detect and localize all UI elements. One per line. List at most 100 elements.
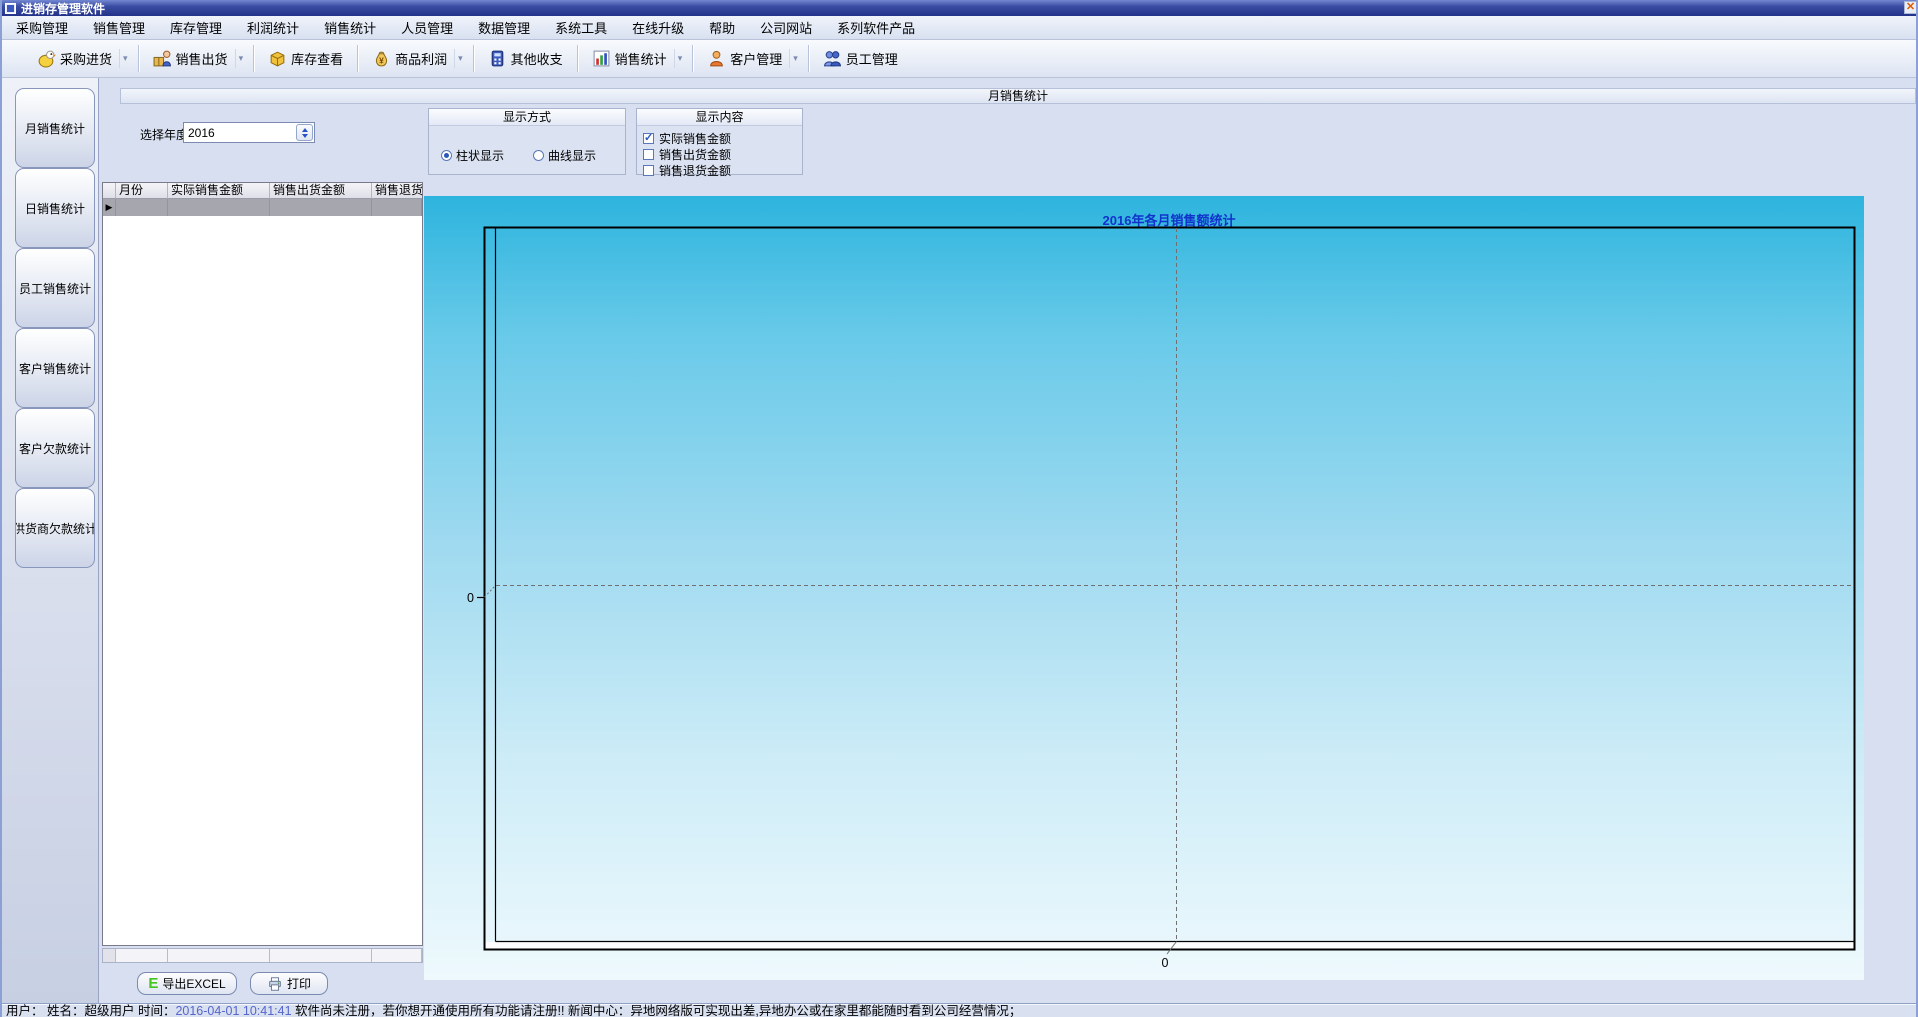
- product-profit-icon: ¥: [376, 51, 388, 67]
- menu-item-personnel[interactable]: 人员管理: [396, 16, 458, 39]
- menu-item-help[interactable]: 帮助: [704, 16, 740, 39]
- menu-item-company-site[interactable]: 公司网站: [755, 16, 817, 39]
- column-header-month[interactable]: 月份: [116, 183, 168, 199]
- sales-statistics-button[interactable]: 销售统计: [585, 45, 674, 72]
- menu-item-profit[interactable]: 利润统计: [242, 16, 304, 39]
- sidebar-item-supplier-debt[interactable]: 供货商欠款统计: [15, 488, 95, 568]
- close-icon[interactable]: ✕: [1904, 1, 1916, 14]
- chart-y-tick-connector: [484, 585, 496, 598]
- chart-x-tick-label: 0: [1162, 956, 1169, 970]
- menu-item-system-tools[interactable]: 系统工具: [550, 16, 612, 39]
- row-selector-header: [103, 183, 116, 199]
- radio-icon: [533, 150, 544, 161]
- radio-icon: [441, 150, 452, 161]
- sidebar-item-customer-debt[interactable]: 客户欠款统计: [15, 408, 95, 488]
- row-selector-cell: ▶: [103, 199, 116, 216]
- toolbar-separator: [807, 45, 809, 72]
- main-area: 月销售统计 日销售统计 员工销售统计 客户销售统计 客户欠款统计 供货商欠款统计…: [2, 78, 1916, 1003]
- chart-plot: 0 0: [467, 226, 1856, 970]
- menu-item-sales[interactable]: 销售管理: [88, 16, 150, 39]
- table-footer-row: [102, 948, 423, 963]
- radio-line-display[interactable]: 曲线显示: [533, 147, 596, 164]
- toolbar-separator: [357, 45, 359, 72]
- employee-management-button[interactable]: 员工管理: [816, 45, 905, 72]
- spin-up-icon: [301, 127, 308, 132]
- product-profit-dropdown-icon[interactable]: ▾: [454, 49, 466, 68]
- sidebar-item-daily-sales[interactable]: 日销售统计: [15, 168, 95, 248]
- column-header-actual-sales[interactable]: 实际销售金额: [168, 183, 270, 199]
- employee-management-icon: [823, 51, 841, 67]
- app-window: 进销存管理软件 ✕ 采购管理 销售管理 库存管理 利润统计 销售统计 人员管理 …: [0, 0, 1918, 1017]
- chart-y-tick-label: 0: [467, 591, 474, 605]
- checkbox-sales-return[interactable]: 销售退货金额: [643, 162, 731, 179]
- toolbar-separator: [253, 45, 255, 72]
- sales-shipment-button[interactable]: 销售出货: [146, 45, 235, 72]
- purchase-goods-dropdown-icon[interactable]: ▾: [119, 49, 131, 68]
- menu-bar: 采购管理 销售管理 库存管理 利润统计 销售统计 人员管理 数据管理 系统工具 …: [2, 16, 1916, 40]
- table-row[interactable]: ▶: [103, 199, 422, 216]
- inventory-view-icon: [270, 51, 285, 67]
- chart-outer-frame: [483, 226, 1856, 951]
- inventory-view-button[interactable]: 库存查看: [261, 45, 350, 72]
- checkbox-icon: [643, 165, 654, 176]
- sales-chart: 2016年各月销售额统计 0 0: [424, 196, 1864, 980]
- status-time: 2016-04-01 10:41:41: [175, 1004, 292, 1017]
- menu-item-sales-stats[interactable]: 销售统计: [319, 16, 381, 39]
- other-income-expense-icon: [491, 50, 503, 67]
- year-select-input[interactable]: 2016: [183, 122, 315, 143]
- column-header-sales-shipment[interactable]: 销售出货金额: [270, 183, 372, 199]
- page-title: 月销售统计: [120, 88, 1916, 104]
- customer-management-dropdown-icon[interactable]: ▾: [789, 49, 801, 68]
- display-mode-panel: 显示方式 柱状显示 曲线显示: [428, 108, 626, 175]
- printer-icon: [269, 976, 281, 991]
- checkbox-actual-sales[interactable]: 实际销售金额: [643, 130, 731, 147]
- display-content-title: 显示内容: [637, 109, 802, 126]
- customer-management-icon: [710, 50, 724, 67]
- customer-management-button[interactable]: 客户管理: [700, 45, 789, 72]
- purchase-goods-button[interactable]: 采购进货: [30, 45, 119, 72]
- excel-icon: E: [148, 975, 159, 992]
- checkbox-icon: [643, 149, 654, 160]
- sales-table: 月份 实际销售金额 销售出货金额 销售退货金额 ▶: [102, 182, 423, 946]
- sidebar-item-customer-sales[interactable]: 客户销售统计: [15, 328, 95, 408]
- svg-text:¥: ¥: [379, 55, 384, 65]
- table-header-row: 月份 实际销售金额 销售出货金额 销售退货金额: [103, 183, 422, 199]
- menu-item-online-upgrade[interactable]: 在线升级: [627, 16, 689, 39]
- menu-item-inventory[interactable]: 库存管理: [165, 16, 227, 39]
- column-header-sales-return[interactable]: 销售退货金额: [372, 183, 422, 199]
- spin-down-icon: [301, 133, 308, 138]
- toolbar-separator: [576, 45, 578, 72]
- purchase-goods-icon: [38, 50, 56, 68]
- checkbox-sales-shipment[interactable]: 销售出货金额: [643, 146, 731, 163]
- toolbar-separator: [692, 45, 694, 72]
- sidebar: 月销售统计 日销售统计 员工销售统计 客户销售统计 客户欠款统计 供货商欠款统计: [2, 78, 99, 1003]
- status-bar: 用户： 姓名：超级用户 时间：2016-04-01 10:41:41 软件尚未注…: [2, 1003, 1916, 1017]
- sidebar-item-employee-sales[interactable]: 员工销售统计: [15, 248, 95, 328]
- year-select-value: 2016: [188, 125, 215, 140]
- sales-statistics-dropdown-icon[interactable]: ▾: [673, 49, 686, 68]
- other-income-expense-button[interactable]: 其他收支: [481, 45, 570, 72]
- sidebar-item-monthly-sales[interactable]: 月销售统计: [15, 88, 95, 168]
- toolbar-separator: [137, 45, 139, 72]
- menu-item-data[interactable]: 数据管理: [473, 16, 535, 39]
- display-content-panel: 显示内容 实际销售金额 销售出货金额 销售退货金额: [636, 108, 803, 178]
- sales-shipment-dropdown-icon[interactable]: ▾: [234, 49, 247, 68]
- export-excel-button[interactable]: E 导出EXCEL: [137, 972, 237, 995]
- year-spinner[interactable]: [296, 124, 313, 141]
- window-title: 进销存管理软件: [21, 1, 106, 16]
- toolbar: 采购进货 ▾ 销售出货 ▾ 库存查看 ¥ 商品利润 ▾ 其他收支 销售统计 ▾ …: [2, 40, 1916, 78]
- print-button[interactable]: 打印: [250, 972, 328, 995]
- menu-item-purchase[interactable]: 采购管理: [11, 16, 73, 39]
- title-bar: 进销存管理软件 ✕: [2, 0, 1916, 16]
- chart-floor: [486, 942, 1853, 949]
- sales-statistics-icon: [593, 50, 610, 67]
- app-icon: [5, 2, 16, 14]
- row-arrow-icon: ▶: [105, 202, 113, 212]
- radio-bar-display[interactable]: 柱状显示: [441, 147, 504, 164]
- menu-item-products[interactable]: 系列软件产品: [832, 16, 920, 39]
- status-message: 软件尚未注册，若你想开通使用所有功能请注册!! 新闻中心：异地网络版可实现出差,…: [291, 1004, 1022, 1017]
- status-user-info: 用户： 姓名：超级用户 时间：: [6, 1004, 176, 1017]
- product-profit-button[interactable]: ¥ 商品利润: [365, 45, 454, 72]
- sales-shipment-icon: [153, 50, 171, 67]
- toolbar-separator: [472, 45, 474, 72]
